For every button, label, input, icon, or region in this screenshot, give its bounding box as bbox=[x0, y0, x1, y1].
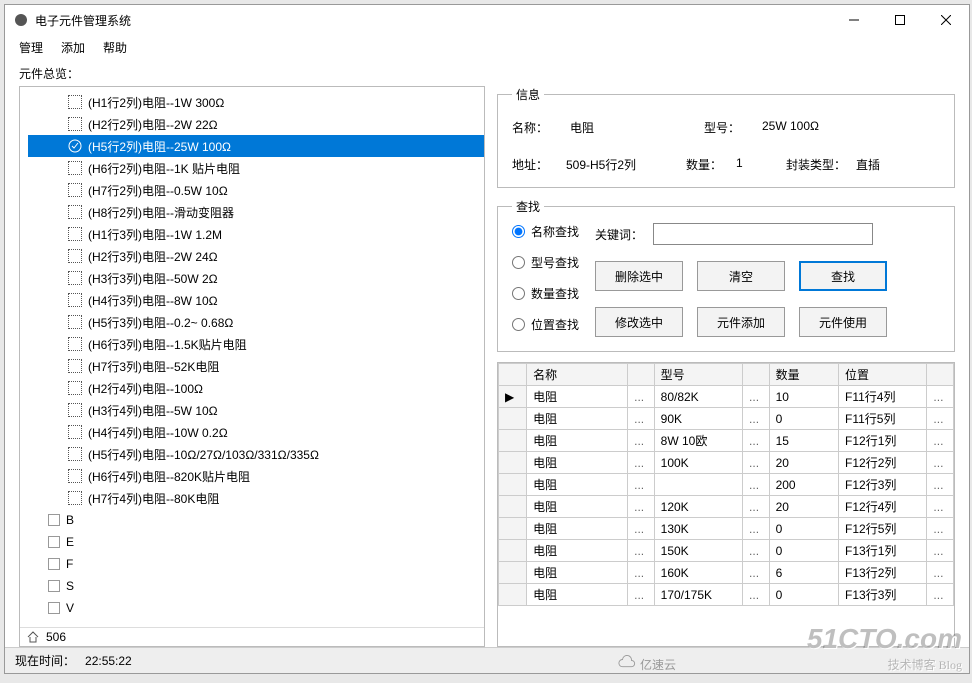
table-row[interactable]: 电阻...8W 10欧...15F12行1列... bbox=[499, 430, 954, 452]
tree-item[interactable]: (H8行2列)电阻--滑动变阻器 bbox=[28, 201, 484, 223]
name-value: 电阻 bbox=[570, 119, 700, 136]
table-row[interactable]: 电阻...130K...0F12行5列... bbox=[499, 518, 954, 540]
tree-item[interactable]: (H7行2列)电阻--0.5W 10Ω bbox=[28, 179, 484, 201]
close-button[interactable] bbox=[923, 5, 969, 35]
menu-manage[interactable]: 管理 bbox=[19, 39, 43, 56]
status-bar: 现在时间： 22:55:22 bbox=[5, 647, 969, 673]
radio-loc[interactable]: 位置查找 bbox=[512, 316, 579, 333]
col-model[interactable]: 型号 bbox=[654, 364, 742, 386]
tree-item[interactable]: (H6行3列)电阻--1.5K贴片电阻 bbox=[28, 333, 484, 355]
window-title: 电子元件管理系统 bbox=[35, 12, 831, 29]
search-group: 查找 名称查找 型号查找 数量查找 位置查找 关键词： bbox=[497, 198, 955, 352]
clear-button[interactable]: 清空 bbox=[697, 261, 785, 291]
col-name[interactable]: 名称 bbox=[527, 364, 628, 386]
menu-help[interactable]: 帮助 bbox=[103, 39, 127, 56]
tree-footer: 506 bbox=[20, 627, 484, 646]
search-legend: 查找 bbox=[512, 198, 544, 215]
tree-item[interactable]: (H3行3列)电阻--50W 2Ω bbox=[28, 267, 484, 289]
tree-count: 506 bbox=[46, 630, 66, 644]
radio-qty[interactable]: 数量查找 bbox=[512, 285, 579, 302]
add-component-button[interactable]: 元件添加 bbox=[697, 307, 785, 337]
tree-item[interactable]: (H2行2列)电阻--2W 22Ω bbox=[28, 113, 484, 135]
find-button[interactable]: 查找 bbox=[799, 261, 887, 291]
tree-panel: (H1行2列)电阻--1W 300Ω(H2行2列)电阻--2W 22Ω(H5行2… bbox=[19, 86, 485, 647]
time-label: 现在时间： bbox=[15, 652, 75, 669]
table-row[interactable]: 电阻......200F12行3列... bbox=[499, 474, 954, 496]
addr-label: 地址： bbox=[512, 156, 566, 173]
table-row[interactable]: 电阻...120K...20F12行4列... bbox=[499, 496, 954, 518]
maximize-button[interactable] bbox=[877, 5, 923, 35]
tree-item[interactable]: (H1行2列)电阻--1W 300Ω bbox=[28, 91, 484, 113]
keyword-input[interactable] bbox=[653, 223, 873, 245]
model-label: 型号： bbox=[704, 119, 758, 136]
tree-item[interactable]: (H6行2列)电阻--1K 贴片电阻 bbox=[28, 157, 484, 179]
tree-item[interactable]: (H3行4列)电阻--5W 10Ω bbox=[28, 399, 484, 421]
menu-bar: 管理 添加 帮助 bbox=[5, 35, 969, 59]
table-row[interactable]: 电阻...150K...0F13行1列... bbox=[499, 540, 954, 562]
time-value: 22:55:22 bbox=[85, 654, 132, 668]
tree-category[interactable]: F bbox=[28, 553, 484, 575]
minimize-button[interactable] bbox=[831, 5, 877, 35]
table-row[interactable]: 电阻...170/175K...0F13行3列... bbox=[499, 584, 954, 606]
home-icon bbox=[26, 630, 40, 644]
table-row[interactable]: ▶电阻...80/82K...10F11行4列... bbox=[499, 386, 954, 408]
yun-watermark: 亿速云 bbox=[618, 655, 676, 673]
app-window: 电子元件管理系统 管理 添加 帮助 元件总览： (H1行2列)电阻--1W 30… bbox=[4, 4, 970, 674]
result-grid[interactable]: 名称 型号 数量 位置 ▶电阻...80/82K...10F11行4列...电阻… bbox=[497, 362, 955, 647]
app-icon bbox=[13, 12, 29, 28]
tree-item[interactable]: (H7行3列)电阻--52K电阻 bbox=[28, 355, 484, 377]
pkg-value: 直插 bbox=[856, 156, 906, 173]
addr-value: 509-H5行2列 bbox=[566, 156, 686, 173]
col-loc[interactable]: 位置 bbox=[839, 364, 927, 386]
keyword-label: 关键词： bbox=[595, 226, 643, 243]
use-component-button[interactable]: 元件使用 bbox=[799, 307, 887, 337]
qty-label: 数量： bbox=[686, 156, 736, 173]
tree-item[interactable]: (H5行4列)电阻--10Ω/27Ω/103Ω/331Ω/335Ω bbox=[28, 443, 484, 465]
tree-category[interactable]: S bbox=[28, 575, 484, 597]
col-qty[interactable]: 数量 bbox=[769, 364, 838, 386]
tree-item[interactable]: (H6行4列)电阻--820K贴片电阻 bbox=[28, 465, 484, 487]
overview-label: 元件总览： bbox=[19, 65, 955, 82]
tree-item[interactable]: (H5行3列)电阻--0.2~ 0.68Ω bbox=[28, 311, 484, 333]
tree-item[interactable]: (H7行4列)电阻--80K电阻 bbox=[28, 487, 484, 509]
table-row[interactable]: 电阻...160K...6F13行2列... bbox=[499, 562, 954, 584]
name-label: 名称： bbox=[512, 119, 566, 136]
tree-item[interactable]: (H2行4列)电阻--100Ω bbox=[28, 377, 484, 399]
table-row[interactable]: 电阻...90K...0F11行5列... bbox=[499, 408, 954, 430]
radio-model[interactable]: 型号查找 bbox=[512, 254, 579, 271]
menu-add[interactable]: 添加 bbox=[61, 39, 85, 56]
tree-category[interactable]: B bbox=[28, 509, 484, 531]
info-group: 信息 名称： 电阻 型号： 25W 100Ω 地址： 509-H5行2列 数量：… bbox=[497, 86, 955, 188]
model-value: 25W 100Ω bbox=[762, 119, 872, 136]
title-bar: 电子元件管理系统 bbox=[5, 5, 969, 35]
radio-name[interactable]: 名称查找 bbox=[512, 223, 579, 240]
tree-item[interactable]: (H1行3列)电阻--1W 1.2M bbox=[28, 223, 484, 245]
delete-selected-button[interactable]: 删除选中 bbox=[595, 261, 683, 291]
tree-category[interactable]: E bbox=[28, 531, 484, 553]
tree-item[interactable]: (H5行2列)电阻--25W 100Ω bbox=[28, 135, 484, 157]
qty-value: 1 bbox=[736, 156, 786, 173]
tree-item[interactable]: (H4行4列)电阻--10W 0.2Ω bbox=[28, 421, 484, 443]
component-tree[interactable]: (H1行2列)电阻--1W 300Ω(H2行2列)电阻--2W 22Ω(H5行2… bbox=[20, 87, 484, 627]
modify-selected-button[interactable]: 修改选中 bbox=[595, 307, 683, 337]
tree-category[interactable]: V bbox=[28, 597, 484, 619]
tree-item[interactable]: (H2行3列)电阻--2W 24Ω bbox=[28, 245, 484, 267]
pkg-label: 封装类型： bbox=[786, 156, 856, 173]
info-legend: 信息 bbox=[512, 86, 544, 103]
table-row[interactable]: 电阻...100K...20F12行2列... bbox=[499, 452, 954, 474]
tree-item[interactable]: (H4行3列)电阻--8W 10Ω bbox=[28, 289, 484, 311]
